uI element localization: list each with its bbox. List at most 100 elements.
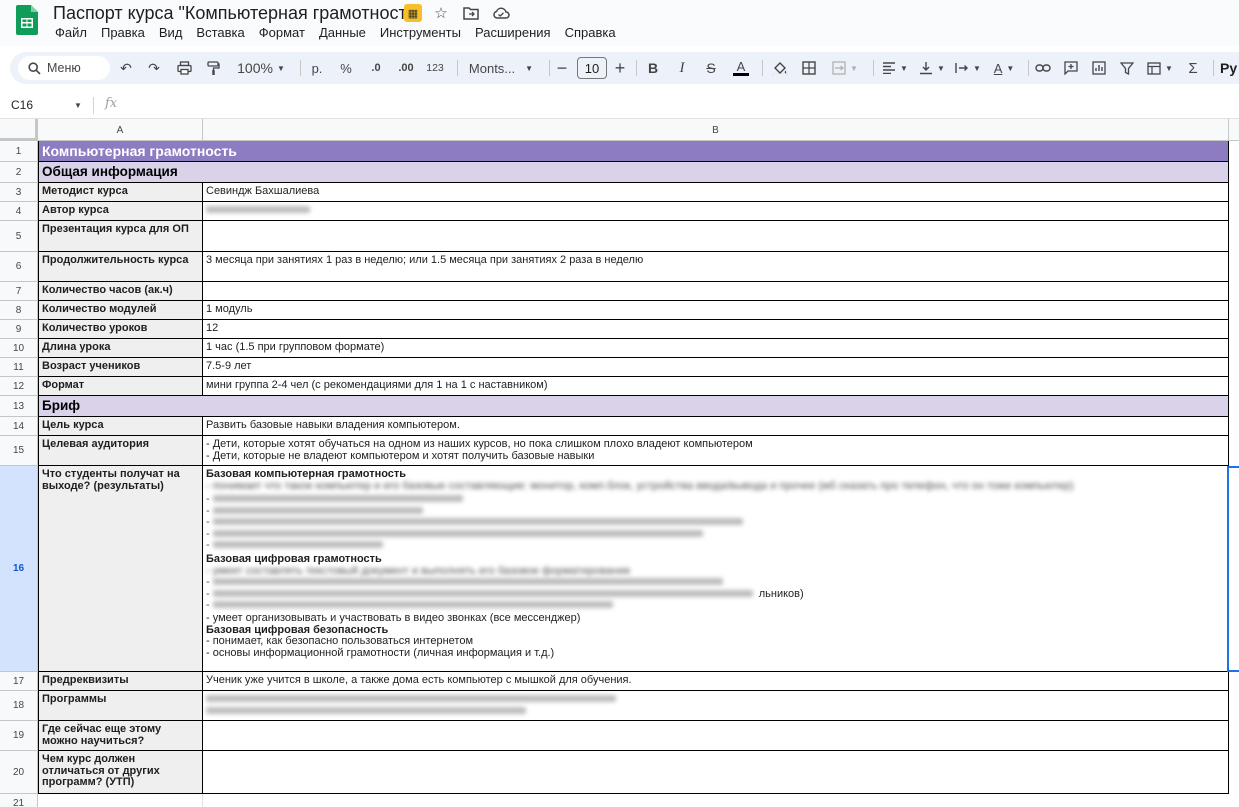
text-color-button[interactable]: A (731, 52, 751, 84)
fill-color-icon[interactable] (769, 52, 791, 84)
label-cell[interactable]: Программы (38, 691, 203, 721)
paint-format-icon[interactable] (202, 52, 224, 84)
redo-icon[interactable]: ↷ (144, 52, 164, 84)
row-header[interactable]: 11 (0, 358, 38, 377)
value-cell[interactable]: - Дети, которые хотят обучаться на одном… (203, 436, 1229, 466)
value-cell[interactable] (203, 282, 1229, 301)
font-size-input[interactable]: 10 (577, 57, 607, 79)
value-cell[interactable]: мини группа 2-4 чел (с рекомендациями дл… (203, 377, 1229, 396)
more-formats-button[interactable]: 123 (424, 52, 446, 84)
name-box[interactable]: C16 (11, 98, 33, 112)
move-folder-icon[interactable] (460, 3, 482, 23)
menu-extensions[interactable]: Расширения (468, 25, 558, 41)
row-header[interactable]: 5 (0, 221, 38, 252)
currency-format-button[interactable]: р. (308, 52, 326, 84)
insert-comment-icon[interactable] (1060, 52, 1082, 84)
row-header[interactable]: 2 (0, 162, 38, 183)
row-header[interactable]: 15 (0, 436, 38, 466)
section-general-cell[interactable]: Общая информация (38, 162, 1229, 183)
text-wrap-icon[interactable]: ▼ (952, 52, 984, 84)
value-cell[interactable]: Севиндж Бахшалиева (203, 183, 1229, 202)
row-header[interactable]: 17 (0, 672, 38, 691)
label-cell[interactable]: Где сейчас еще этому можно научиться? (38, 721, 203, 751)
value-cell[interactable]: 12 (203, 320, 1229, 339)
empty-cell[interactable] (38, 794, 203, 807)
chevron-down-icon[interactable]: ▼ (74, 101, 82, 110)
label-cell[interactable]: Презентация курса для ОП (38, 221, 203, 252)
menu-help[interactable]: Справка (558, 25, 623, 41)
column-header-a[interactable]: A (38, 119, 203, 141)
label-cell[interactable]: Длина урока (38, 339, 203, 358)
filter-views-icon[interactable]: ▼ (1144, 52, 1176, 84)
section-brief-cell[interactable]: Бриф (38, 396, 1229, 417)
value-cell-redacted[interactable] (203, 691, 1229, 721)
label-cell[interactable]: Формат (38, 377, 203, 396)
label-cell[interactable]: Количество модулей (38, 301, 203, 320)
merge-cells-icon[interactable]: ▼ (828, 52, 862, 84)
label-cell[interactable]: Цель курса (38, 417, 203, 436)
strikethrough-button[interactable]: S (702, 52, 720, 84)
row-header[interactable]: 6 (0, 252, 38, 282)
select-all-corner[interactable] (0, 119, 38, 141)
row-header[interactable]: 4 (0, 202, 38, 221)
document-title[interactable]: Паспорт курса "Компьютерная грамотность" (53, 3, 423, 24)
row-header[interactable]: 13 (0, 396, 38, 417)
insert-chart-icon[interactable] (1088, 52, 1110, 84)
label-cell[interactable]: Возраст учеников (38, 358, 203, 377)
row-header[interactable]: 8 (0, 301, 38, 320)
menu-data[interactable]: Данные (312, 25, 373, 41)
value-cell[interactable]: Ученик уже учится в школе, а также дома … (203, 672, 1229, 691)
value-cell[interactable]: 3 месяца при занятиях 1 раз в неделю; ил… (203, 252, 1229, 282)
row-header[interactable]: 20 (0, 751, 38, 794)
font-size-increase-icon[interactable]: + (613, 52, 627, 84)
zoom-select[interactable]: 100% ▼ (232, 52, 290, 84)
label-cell[interactable]: Целевая аудитория (38, 436, 203, 466)
row-header[interactable]: 12 (0, 377, 38, 396)
horizontal-align-icon[interactable]: ▼ (878, 52, 912, 84)
value-cell[interactable] (203, 221, 1229, 252)
column-header-b[interactable]: B (203, 119, 1229, 141)
label-cell[interactable]: Продолжительность курса (38, 252, 203, 282)
row-header[interactable]: 1 (0, 141, 38, 162)
row-header[interactable]: 10 (0, 339, 38, 358)
sheet-title-cell[interactable]: Компьютерная грамотность (38, 141, 1229, 162)
star-icon[interactable]: ☆ (430, 3, 452, 23)
text-rotation-icon[interactable]: A ▼ (988, 52, 1020, 84)
font-size-decrease-icon[interactable]: − (555, 52, 569, 84)
value-cell[interactable] (203, 751, 1229, 794)
label-cell[interactable]: Автор курса (38, 202, 203, 221)
more-toolbar-overflow[interactable]: Py (1220, 52, 1239, 84)
decrease-decimal-button[interactable]: .0 (365, 52, 387, 84)
label-cell[interactable]: Чем курс должен отличаться от других про… (38, 751, 203, 794)
row-header[interactable]: 18 (0, 691, 38, 721)
insert-link-icon[interactable] (1032, 52, 1054, 84)
percent-format-button[interactable]: % (338, 52, 354, 84)
label-cell[interactable]: Что студенты получат на выходе? (результ… (38, 466, 203, 672)
row-header-selected[interactable]: 16 (0, 466, 38, 672)
label-cell[interactable]: Количество уроков (38, 320, 203, 339)
results-cell[interactable]: Базовая компьютерная грамотность - поним… (203, 466, 1229, 672)
functions-icon[interactable]: Σ (1184, 52, 1202, 84)
font-family-select[interactable]: Monts... ▼ (462, 52, 540, 84)
menu-edit[interactable]: Правка (94, 25, 152, 41)
filter-icon[interactable] (1116, 52, 1138, 84)
menu-insert[interactable]: Вставка (189, 25, 251, 41)
menu-tools[interactable]: Инструменты (373, 25, 468, 41)
value-cell-redacted[interactable] (203, 202, 1229, 221)
sheets-logo-icon[interactable] (16, 5, 38, 35)
value-cell[interactable]: Развить базовые навыки владения компьюте… (203, 417, 1229, 436)
cloud-status-icon[interactable] (490, 3, 512, 23)
increase-decimal-button[interactable]: .00 (393, 52, 419, 84)
row-header[interactable]: 9 (0, 320, 38, 339)
italic-button[interactable]: I (673, 52, 691, 84)
value-cell[interactable] (203, 721, 1229, 751)
label-cell[interactable]: Количество часов (ак.ч) (38, 282, 203, 301)
value-cell[interactable]: 1 модуль (203, 301, 1229, 320)
print-icon[interactable] (173, 52, 195, 84)
row-header[interactable]: 21 (0, 794, 38, 807)
menu-file[interactable]: Файл (48, 25, 94, 41)
row-header[interactable]: 14 (0, 417, 38, 436)
value-cell[interactable]: 7.5-9 лет (203, 358, 1229, 377)
vertical-align-icon[interactable]: ▼ (916, 52, 948, 84)
menu-view[interactable]: Вид (152, 25, 190, 41)
